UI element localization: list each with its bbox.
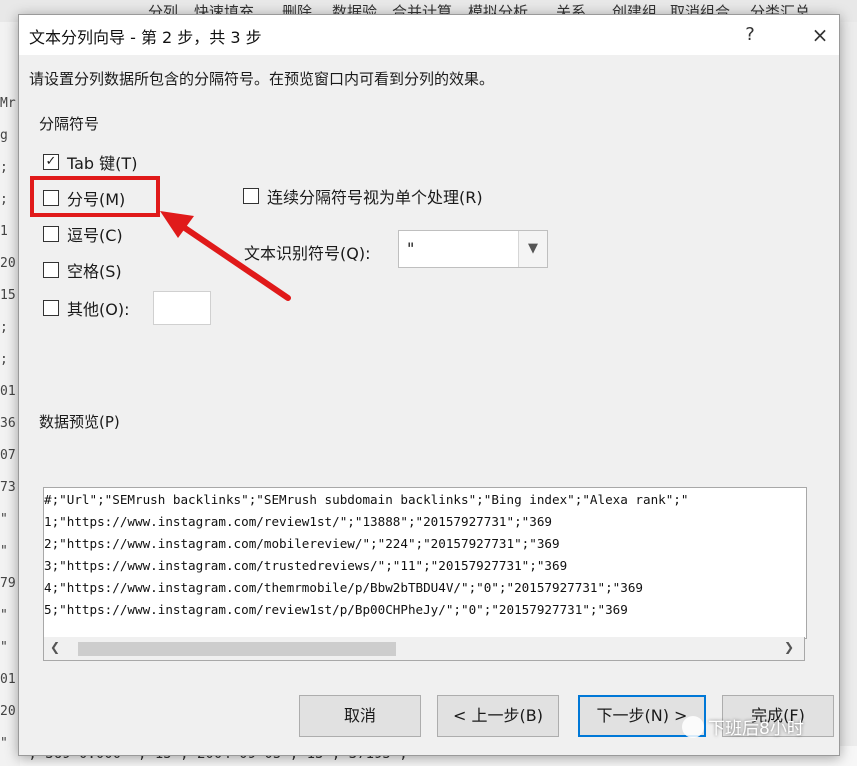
scroll-left-icon[interactable]: ❮ [50, 640, 60, 654]
background-cell-fragment: 73 [0, 480, 16, 495]
preview-line: 3;"https://www.instagram.com/trustedrevi… [44, 558, 568, 573]
other-delimiter-option[interactable]: 其他(O): [43, 296, 129, 320]
background-cell-fragment: g [0, 128, 8, 143]
title-bar[interactable]: 文本分列向导 - 第 2 步，共 3 步 ? × [19, 15, 839, 55]
background-sheet-edge [838, 22, 857, 746]
watermark-logo-icon [682, 716, 704, 738]
preview-line: 5;"https://www.instagram.com/review1st/p… [44, 602, 628, 617]
background-cell-fragment: 36 [0, 416, 16, 431]
preview-title: 数据预览(P) [39, 413, 120, 431]
background-cell-fragment: " [0, 544, 8, 559]
other-checkbox[interactable] [43, 300, 59, 316]
help-button[interactable]: ? [735, 21, 765, 49]
preview-horizontal-scrollbar[interactable]: ❮ ❯ [43, 637, 805, 661]
background-cell-fragment: 20 [0, 256, 16, 271]
comma-delimiter-option[interactable]: 逗号(C) [43, 222, 123, 246]
preview-line: #;"Url";"SEMrush backlinks";"SEMrush sub… [44, 492, 689, 507]
background-cell-fragment: ; [0, 320, 8, 335]
background-cell-fragment: 07 [0, 448, 16, 463]
data-preview-box[interactable]: #;"Url";"SEMrush backlinks";"SEMrush sub… [43, 487, 807, 639]
text-to-columns-dialog: 文本分列向导 - 第 2 步，共 3 步 ? × 请设置分列数据所包含的分隔符号… [18, 14, 840, 756]
tab-checkbox[interactable]: ✓ [43, 154, 59, 170]
text-qualifier-value: " [407, 239, 415, 258]
background-cell-fragment: " [0, 736, 8, 751]
annotation-arrow-icon [160, 211, 291, 301]
scroll-right-icon[interactable]: ❯ [784, 640, 794, 654]
preview-line: 4;"https://www.instagram.com/themrmobile… [44, 580, 643, 595]
instruction-text: 请设置分列数据所包含的分隔符号。在预览窗口内可看到分列的效果。 [29, 70, 495, 88]
dialog-title: 文本分列向导 - 第 2 步，共 3 步 [29, 28, 262, 47]
tab-delimiter-option[interactable]: ✓ Tab 键(T) [43, 150, 137, 174]
space-delimiter-option[interactable]: 空格(S) [43, 258, 122, 282]
background-cell-fragment: 79 [0, 576, 16, 591]
annotation-highlight-box [30, 176, 160, 217]
background-cell-fragment: 1 [0, 224, 8, 239]
watermark-text: 下班后8小时 [708, 719, 804, 739]
background-cell-fragment: Mr [0, 96, 16, 111]
background-cell-fragment: " [0, 512, 8, 527]
text-qualifier-select[interactable]: " ▼ [398, 230, 548, 268]
tab-label: Tab 键(T) [67, 154, 138, 173]
comma-checkbox[interactable] [43, 226, 59, 242]
close-button[interactable]: × [805, 21, 835, 49]
other-label: 其他(O): [67, 300, 130, 319]
scroll-thumb[interactable] [78, 642, 396, 656]
background-cell-fragment: 01 [0, 672, 16, 687]
background-cell-fragment: " [0, 640, 8, 655]
background-cell-fragment: 01 [0, 384, 16, 399]
cancel-button[interactable]: 取消 [299, 695, 421, 737]
preview-line: 2;"https://www.instagram.com/mobilerevie… [44, 536, 560, 551]
background-cell-fragment: ; [0, 192, 8, 207]
comma-label: 逗号(C) [67, 226, 123, 245]
chevron-down-icon[interactable]: ▼ [518, 231, 547, 267]
background-cell-fragment: 20 [0, 704, 16, 719]
background-cell-fragment: " [0, 608, 8, 623]
background-cell-fragment: ; [0, 160, 8, 175]
preview-line: 1;"https://www.instagram.com/review1st/"… [44, 514, 552, 529]
back-button[interactable]: < 上一步(B) [437, 695, 559, 737]
background-cell-fragment: 15 [0, 288, 16, 303]
space-label: 空格(S) [67, 262, 122, 281]
background-cell-fragment: ; [0, 352, 8, 367]
delimiters-group-title: 分隔符号 [39, 115, 100, 133]
space-checkbox[interactable] [43, 262, 59, 278]
